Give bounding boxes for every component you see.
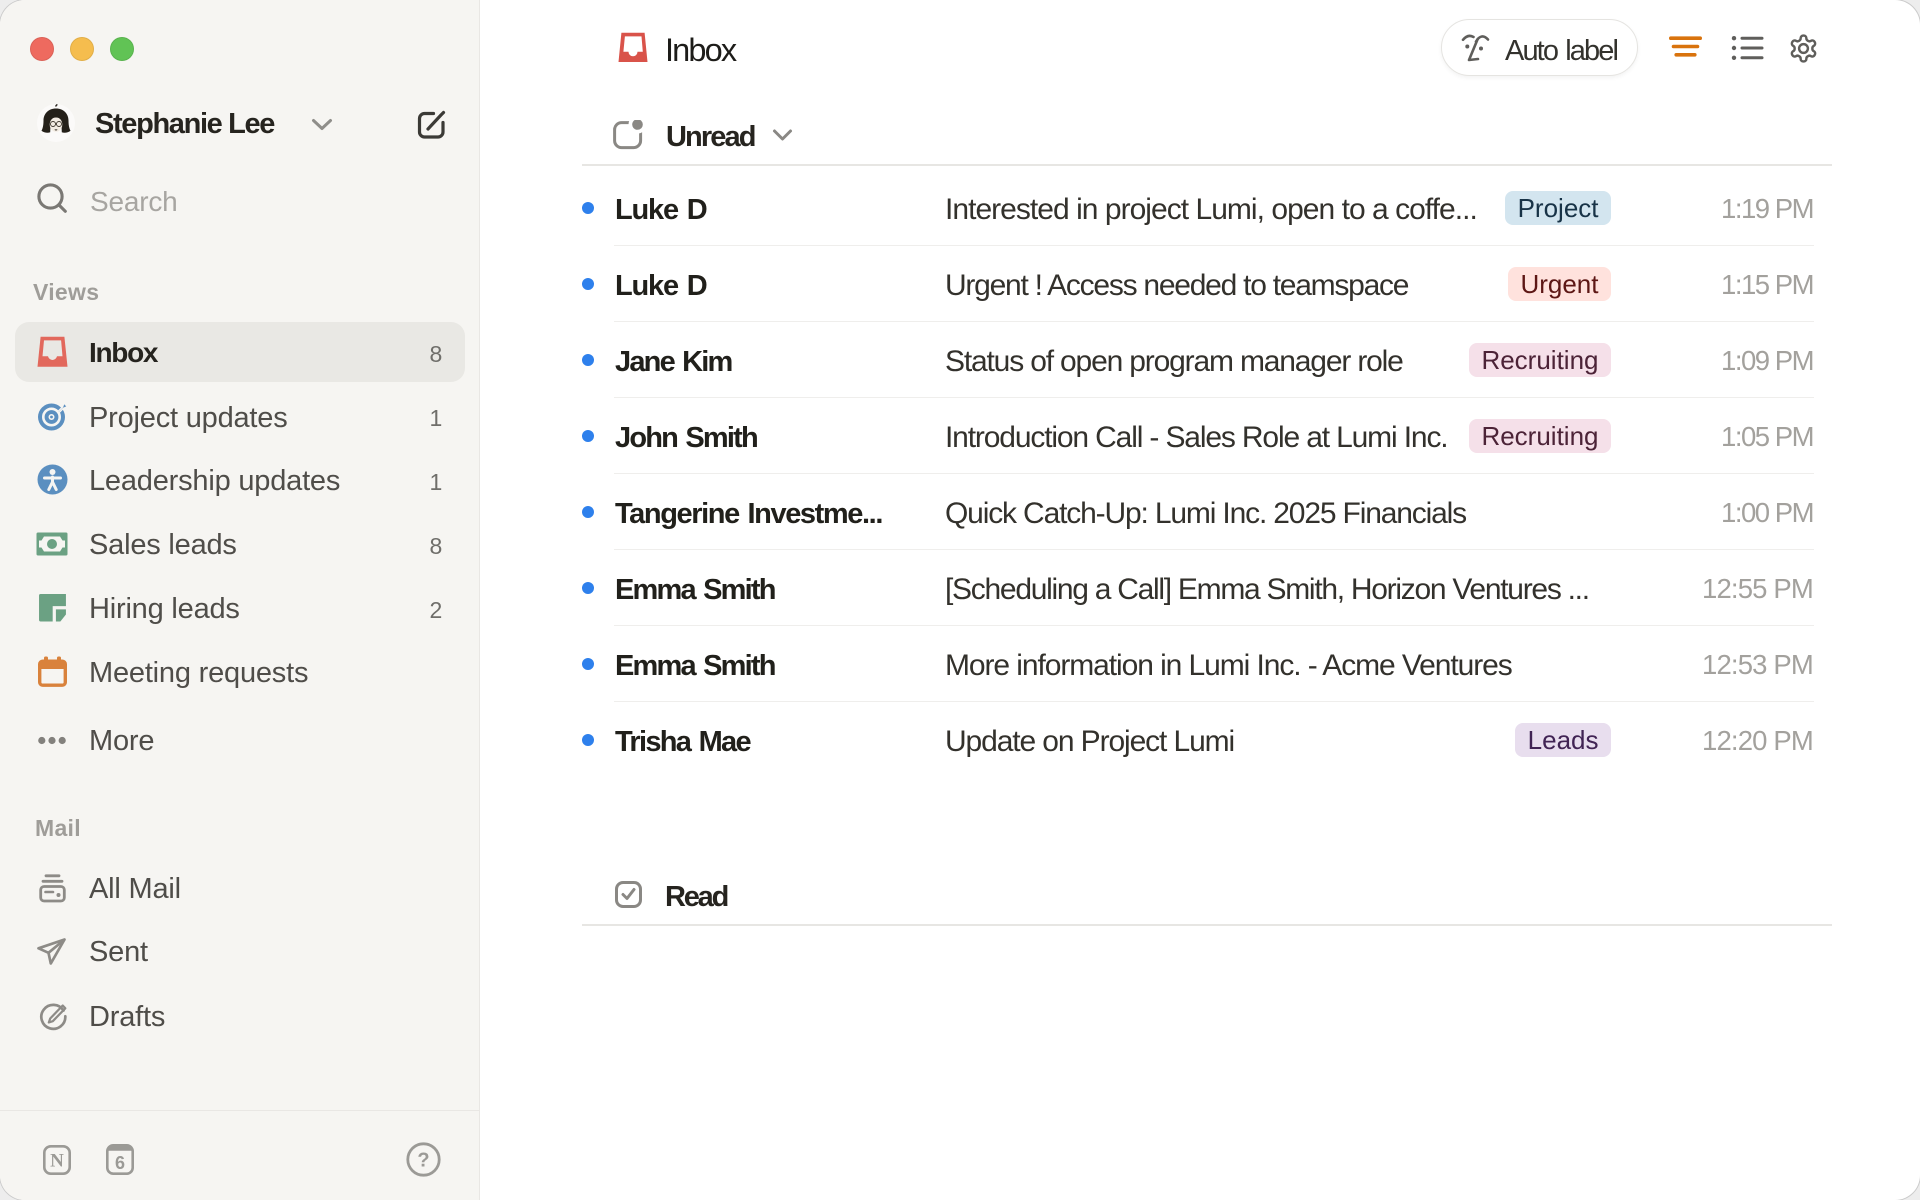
svg-text:?: ? (417, 1150, 429, 1172)
svg-text:6: 6 (115, 1153, 125, 1173)
svg-text:N: N (50, 1151, 64, 1172)
